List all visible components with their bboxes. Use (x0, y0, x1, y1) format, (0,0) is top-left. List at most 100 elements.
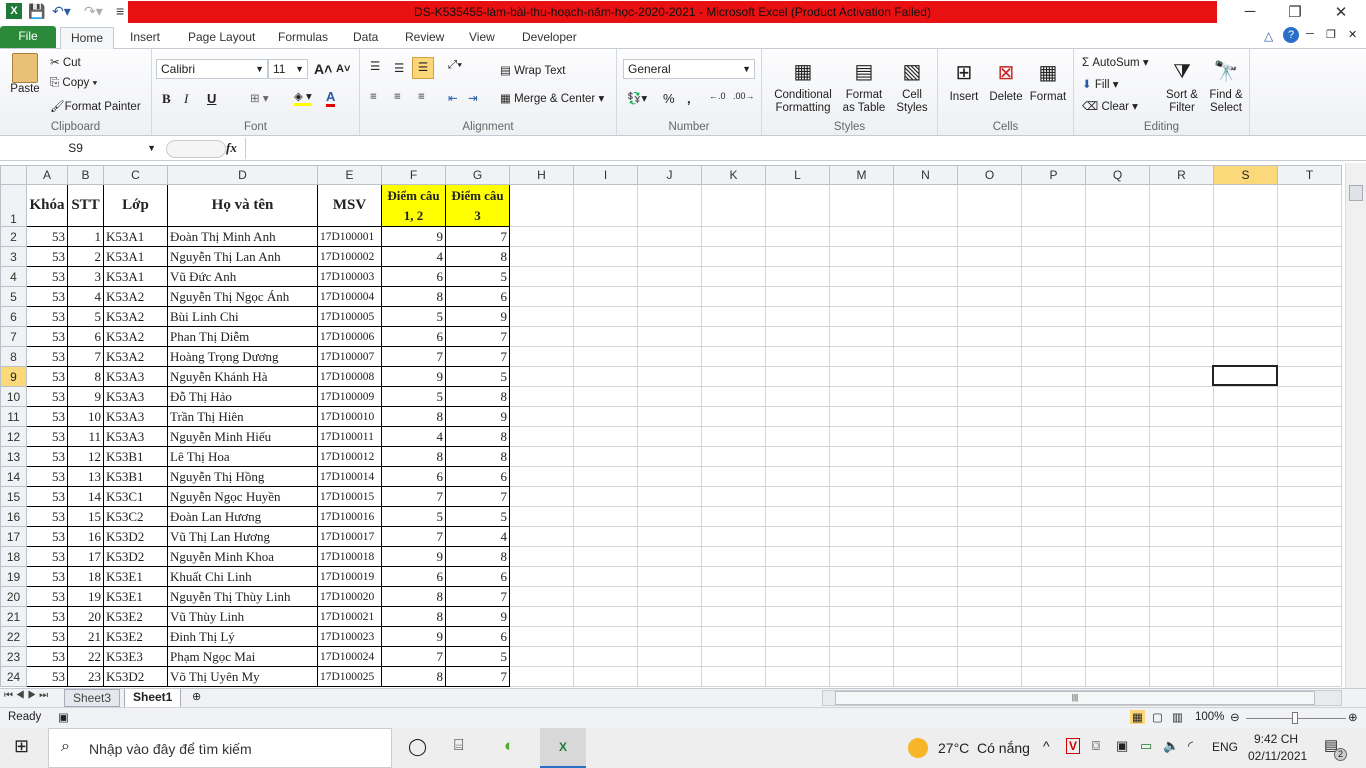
restore-button[interactable]: ❐ (1280, 3, 1310, 21)
khoa-cell[interactable]: 53 (26, 306, 68, 327)
tab-file[interactable]: File (0, 26, 56, 48)
weather-temp[interactable]: 27°C (938, 740, 969, 756)
increase-indent-icon[interactable]: ⇥ (468, 91, 478, 105)
clock-date[interactable]: 02/11/2021 (1248, 749, 1307, 763)
hscroll-thumb[interactable]: ||| (835, 691, 1315, 705)
khoa-cell[interactable]: 53 (26, 266, 68, 287)
header-diem3[interactable]: Điểm câu 3 (445, 184, 510, 227)
fill-color-icon[interactable]: ◈ ▾ (294, 89, 312, 106)
cell[interactable] (573, 546, 638, 567)
stt-cell[interactable]: 16 (67, 526, 104, 547)
msv-cell[interactable]: 17D100024 (317, 646, 382, 667)
cell[interactable] (637, 184, 702, 227)
cell[interactable] (829, 366, 894, 387)
stt-cell[interactable]: 9 (67, 386, 104, 407)
score-3-cell[interactable]: 7 (445, 486, 510, 507)
score-12-cell[interactable]: 7 (381, 346, 446, 367)
score-3-cell[interactable]: 8 (445, 446, 510, 467)
column-header-s[interactable]: S (1213, 165, 1278, 185)
cell[interactable] (1021, 326, 1086, 347)
class-cell[interactable]: K53A3 (103, 426, 168, 447)
weather-text[interactable]: Có nắng (977, 740, 1030, 756)
orientation-icon[interactable]: ⤢▾ (448, 59, 462, 72)
column-header-q[interactable]: Q (1085, 165, 1150, 185)
cell[interactable] (893, 366, 958, 387)
class-cell[interactable]: K53B1 (103, 446, 168, 467)
cell[interactable] (957, 246, 1022, 267)
cell[interactable] (637, 306, 702, 327)
msv-cell[interactable]: 17D100017 (317, 526, 382, 547)
msv-cell[interactable]: 17D100020 (317, 586, 382, 607)
cell[interactable] (829, 466, 894, 487)
msv-cell[interactable]: 17D100016 (317, 506, 382, 527)
score-3-cell[interactable]: 5 (445, 646, 510, 667)
stt-cell[interactable]: 1 (67, 226, 104, 247)
tab-data[interactable]: Data (343, 27, 388, 49)
column-header-b[interactable]: B (67, 165, 104, 185)
cell[interactable] (701, 466, 766, 487)
cell[interactable] (1213, 386, 1278, 407)
tab-insert[interactable]: Insert (120, 27, 170, 49)
cell[interactable] (1277, 626, 1342, 647)
cell[interactable] (701, 266, 766, 287)
cell[interactable] (893, 406, 958, 427)
horizontal-scrollbar[interactable]: ||| (822, 690, 1342, 706)
score-3-cell[interactable]: 8 (445, 426, 510, 447)
cell[interactable] (1213, 326, 1278, 347)
cell[interactable] (1021, 566, 1086, 587)
cell[interactable] (1213, 486, 1278, 507)
name-cell[interactable]: Đoàn Lan Hương (167, 506, 318, 527)
cell[interactable] (1277, 586, 1342, 607)
khoa-cell[interactable]: 53 (26, 346, 68, 367)
cell[interactable] (1021, 184, 1086, 227)
bold-button[interactable]: B (162, 91, 171, 107)
cell[interactable] (701, 326, 766, 347)
name-cell[interactable]: Vũ Đức Anh (167, 266, 318, 287)
cell[interactable] (765, 606, 830, 627)
cell[interactable] (1085, 246, 1150, 267)
name-cell[interactable]: Hoàng Trọng Dương (167, 346, 318, 367)
class-cell[interactable]: K53A1 (103, 226, 168, 247)
cell[interactable] (701, 506, 766, 527)
cell[interactable] (509, 446, 574, 467)
cell[interactable] (829, 266, 894, 287)
cell[interactable] (701, 406, 766, 427)
score-3-cell[interactable]: 7 (445, 586, 510, 607)
score-12-cell[interactable]: 7 (381, 526, 446, 547)
cell[interactable] (701, 546, 766, 567)
cell[interactable] (1149, 626, 1214, 647)
cell[interactable] (1213, 184, 1278, 227)
khoa-cell[interactable]: 53 (26, 326, 68, 347)
score-12-cell[interactable]: 6 (381, 266, 446, 287)
insert-function-button[interactable]: fx (226, 140, 237, 156)
timeline-icon[interactable]: ⌸ (454, 737, 464, 755)
column-header-o[interactable]: O (957, 165, 1022, 185)
cell[interactable] (701, 386, 766, 407)
cell[interactable] (1149, 586, 1214, 607)
row-header-4[interactable]: 4 (0, 266, 27, 287)
cell[interactable] (637, 226, 702, 247)
cell[interactable] (1277, 386, 1342, 407)
score-12-cell[interactable]: 8 (381, 666, 446, 687)
cell[interactable] (829, 426, 894, 447)
cell[interactable] (829, 346, 894, 367)
cell[interactable] (637, 586, 702, 607)
cell[interactable] (1213, 246, 1278, 267)
cell[interactable] (637, 646, 702, 667)
customize-qat-icon[interactable]: ≡ (116, 3, 124, 19)
task-view-icon[interactable]: ◯ (408, 737, 427, 757)
khoa-cell[interactable]: 53 (26, 666, 68, 687)
cell[interactable] (1277, 266, 1342, 287)
class-cell[interactable]: K53B1 (103, 466, 168, 487)
cell[interactable] (509, 506, 574, 527)
cell[interactable] (829, 566, 894, 587)
cell[interactable] (1085, 666, 1150, 687)
cell[interactable] (573, 306, 638, 327)
column-header-n[interactable]: N (893, 165, 958, 185)
macro-record-icon[interactable]: ▣ (58, 710, 69, 724)
stt-cell[interactable]: 2 (67, 246, 104, 267)
cell[interactable] (765, 586, 830, 607)
cell[interactable] (1149, 566, 1214, 587)
score-12-cell[interactable]: 7 (381, 646, 446, 667)
cell[interactable] (701, 426, 766, 447)
